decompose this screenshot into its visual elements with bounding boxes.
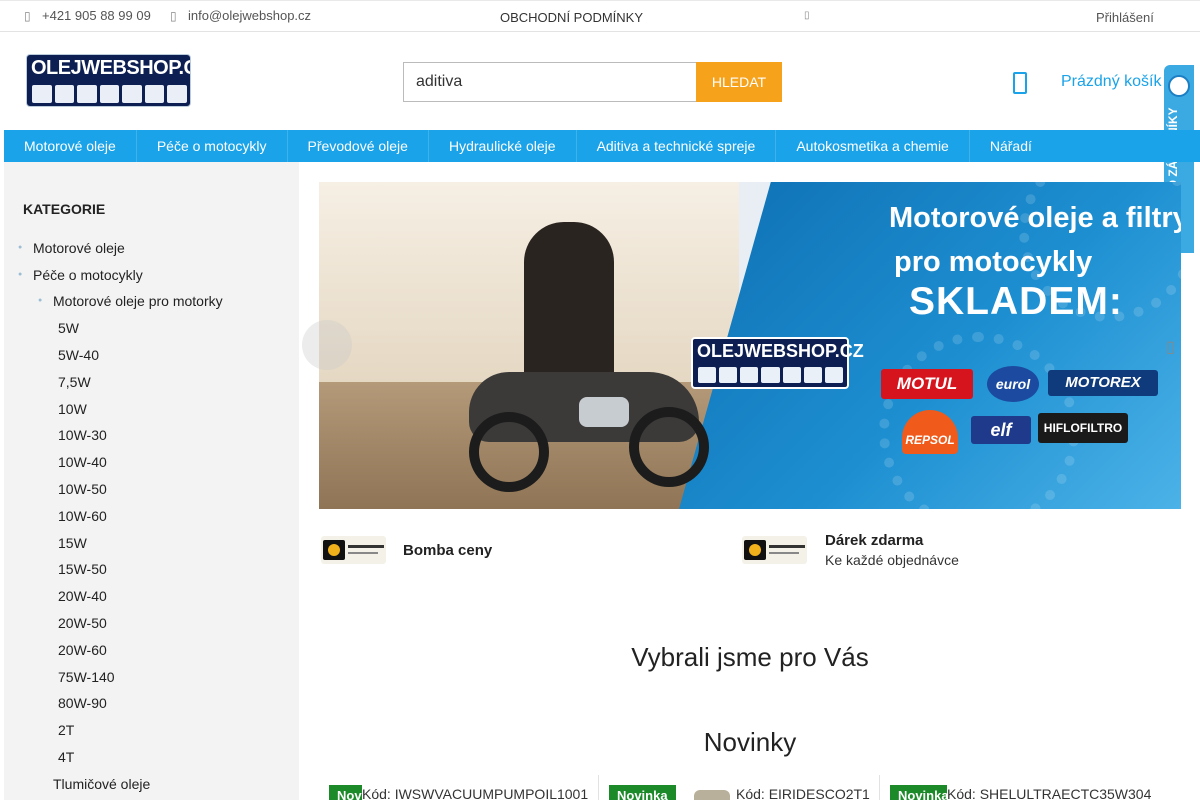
category-shock-oils[interactable]: Tlumičové oleje (53, 776, 150, 792)
viscosity-item[interactable]: 20W-60 (58, 642, 107, 658)
bullet-icon: ● (18, 244, 23, 251)
price-bomb-icon (321, 536, 386, 564)
search-button[interactable]: HLEDAT (696, 62, 782, 102)
email-contact[interactable]: ▯ info@olejwebshop.cz (170, 8, 311, 23)
banner-headline-2: pro motocykly (894, 246, 1093, 278)
nav-item-motor-oils[interactable]: Motorové oleje (4, 130, 137, 162)
hero-banner[interactable]: Motorové oleje a filtry pro motocykly SK… (319, 182, 1181, 509)
viscosity-item[interactable]: 4T (58, 749, 74, 765)
verified-seal-icon (1168, 75, 1190, 97)
promo-free-gift[interactable]: Dárek zdarma (825, 532, 923, 549)
motorcycle-engine (579, 397, 629, 427)
brand-eurol: eurol (987, 366, 1039, 402)
brand-motul: MOTUL (881, 369, 973, 399)
motorcycle-wheel (629, 407, 709, 487)
phone-contact[interactable]: ▯ +421 905 88 99 09 (24, 8, 151, 23)
phone-icon: ▯ (24, 9, 31, 23)
banner-headline-1: Motorové oleje a filtry (889, 202, 1181, 234)
viscosity-item[interactable]: 75W-140 (58, 669, 115, 685)
gift-icon (742, 536, 807, 564)
product-thumbnail[interactable] (694, 790, 730, 800)
new-badge: Novinka (329, 785, 362, 800)
nav-item-tools[interactable]: Nářadí (970, 130, 1052, 162)
bullet-icon: ● (18, 271, 23, 278)
new-badge: Novinka (609, 785, 676, 800)
terms-link[interactable]: OBCHODNÍ PODMÍNKY (500, 10, 643, 25)
viscosity-item[interactable]: 80W-90 (58, 695, 107, 711)
product-code: Kód: IWSWVACUUMPUMPOIL1001 (362, 786, 589, 800)
rider-image (524, 222, 614, 382)
banner-logo-text: OLEJWEBSHOP.CZ (697, 341, 864, 361)
bullet-icon: ● (38, 297, 43, 304)
product-divider (598, 775, 599, 800)
nav-item-additives[interactable]: Aditiva a technické spreje (577, 130, 777, 162)
viscosity-item[interactable]: 10W-50 (58, 481, 107, 497)
logo-text: OLEJWEBSHOP.CZ (31, 57, 190, 79)
carousel-prev-button[interactable] (302, 320, 352, 370)
cart-label[interactable]: Prázdný košík (1061, 73, 1161, 91)
phone-number[interactable]: +421 905 88 99 09 (42, 8, 151, 23)
main-navigation: Motorové oleje Péče o motocykly Převodov… (4, 130, 1200, 162)
product-code: Kód: EIRIDESCO2T1 (736, 786, 870, 800)
viscosity-item[interactable]: 15W (58, 535, 87, 551)
search-input[interactable] (403, 62, 697, 102)
promo-free-gift-subtitle: Ke každé objednávce (825, 552, 959, 568)
category-motorcycle-care[interactable]: ● Péče o motocykly (18, 267, 143, 283)
section-title-new: Novinky (703, 727, 797, 757)
viscosity-item[interactable]: 7,5W (58, 374, 91, 390)
carousel-next-icon[interactable]: ▯ (1166, 337, 1175, 357)
site-logo[interactable]: OLEJWEBSHOP.CZ (26, 54, 191, 107)
category-sidebar: KATEGORIE ● Motorové oleje ● Péče o motocy… (4, 162, 299, 800)
dropdown-icon[interactable]: ▯ (804, 10, 810, 21)
viscosity-item[interactable]: 10W (58, 401, 87, 417)
category-motor-oils[interactable]: ● Motorové oleje (18, 240, 125, 256)
promo-price-bomb[interactable]: Bomba ceny (403, 542, 492, 559)
viscosity-item[interactable]: 20W-40 (58, 588, 107, 604)
nav-item-hydraulic-oils[interactable]: Hydraulické oleje (429, 130, 577, 162)
nav-item-motorcycle-care[interactable]: Péče o motocykly (137, 130, 288, 162)
viscosity-item[interactable]: 5W (58, 320, 79, 336)
brand-motorex: MOTOREX (1048, 370, 1158, 396)
logo-icons (32, 85, 188, 103)
viscosity-item[interactable]: 20W-50 (58, 615, 107, 631)
nav-item-gear-oils[interactable]: Převodové oleje (288, 130, 429, 162)
product-divider (879, 775, 880, 800)
search-bar: HLEDAT (403, 62, 782, 102)
cart-icon[interactable] (1013, 72, 1027, 94)
viscosity-item[interactable]: 10W-60 (58, 508, 107, 524)
brand-elf: elf (971, 416, 1031, 444)
section-title-picked: Vybrali jsme pro Vás (631, 642, 869, 672)
viscosity-item[interactable]: 5W-40 (58, 347, 99, 363)
new-badge: Novinka (890, 785, 947, 800)
viscosity-item[interactable]: 15W-50 (58, 561, 107, 577)
viscosity-item[interactable]: 10W-30 (58, 427, 107, 443)
viscosity-item[interactable]: 10W-40 (58, 454, 107, 470)
product-code: Kód: SHELULTRAECTC35W304 (947, 786, 1152, 800)
brand-hiflofiltro: HIFLOFILTRO (1038, 413, 1128, 443)
nav-item-car-cosmetics[interactable]: Autokosmetika a chemie (776, 130, 970, 162)
login-link[interactable]: Přihlášení (1096, 10, 1154, 25)
mail-icon: ▯ (170, 9, 177, 23)
category-motorcycle-motor-oils[interactable]: ● Motorové oleje pro motorky (38, 293, 223, 309)
banner-logo: OLEJWEBSHOP.CZ (691, 337, 864, 389)
banner-headline-3: SKLADEM: (909, 280, 1123, 323)
sidebar-heading: KATEGORIE (23, 201, 106, 217)
top-bar: ▯ +421 905 88 99 09 ▯ info@olejwebshop.cz … (0, 0, 1200, 32)
motorcycle-wheel (469, 412, 549, 492)
viscosity-item[interactable]: 2T (58, 722, 74, 738)
email-address[interactable]: info@olejwebshop.cz (188, 8, 311, 23)
